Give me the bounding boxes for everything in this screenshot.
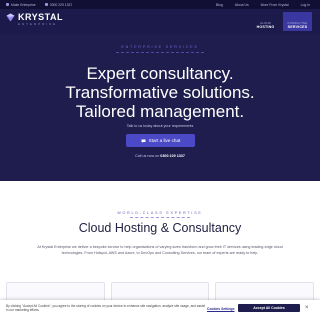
cookie-text: By clicking "Accept All Cookies", you ag… xyxy=(6,304,205,313)
nav-item-label: HOSTING xyxy=(256,25,275,29)
topbar-link-more[interactable]: More From Krystal xyxy=(261,3,289,7)
close-icon[interactable]: × xyxy=(305,305,309,311)
topbar-links: Blog About Us More From Krystal Log In xyxy=(216,3,320,7)
topbar-contact-item[interactable]: 0300 229 1337 xyxy=(44,2,73,7)
section-body: At Krystal Enterprise we deliver a bespo… xyxy=(37,245,283,255)
hero-talk-text: Talk to us today about your requirements xyxy=(126,124,194,128)
accept-all-cookies-button[interactable]: Accept All Cookies xyxy=(238,304,300,312)
cookie-banner: By clicking "Accept All Cookies", you ag… xyxy=(0,300,320,320)
logo-subtitle: ENTERPRISE xyxy=(18,22,58,26)
top-utility-bar: Make Enterprise 0300 229 1337 Blog About… xyxy=(0,0,320,9)
nav-item-hosting[interactable]: CLOUD HOSTING xyxy=(251,12,280,31)
topbar-contact-item[interactable]: Make Enterprise xyxy=(6,3,36,7)
phone-icon xyxy=(6,3,9,6)
hero-eyebrow: Enterprise Services xyxy=(121,45,199,49)
hero-call-text: Call us now on 0300 229 1337 xyxy=(0,154,320,158)
start-live-chat-button[interactable]: Start a live chat xyxy=(126,134,195,147)
chat-button-label: Start a live chat xyxy=(148,138,181,143)
topbar-link-about[interactable]: About Us xyxy=(235,3,249,7)
chat-icon xyxy=(44,3,48,6)
main-nav: CLOUD HOSTING CONSULTING SERVICES xyxy=(251,12,312,31)
chat-bubble-icon xyxy=(141,139,146,143)
topbar-contact: Make Enterprise 0300 229 1337 xyxy=(0,3,78,7)
section-title: Cloud Hosting & Consultancy xyxy=(78,221,242,235)
topbar-contact-text: 0300 229 1337 xyxy=(49,2,73,7)
nav-item-label: SERVICES xyxy=(287,25,308,29)
call-prefix: Call us now on xyxy=(135,154,160,158)
hero-section: Enterprise Services Expert consultancy. … xyxy=(0,34,320,181)
logo-text: KRYSTAL xyxy=(18,12,63,22)
section-divider xyxy=(130,217,190,218)
hero-title-line: Tailored management. xyxy=(75,102,245,121)
call-number-link[interactable]: 0300 229 1337 xyxy=(160,154,185,158)
hero-title: Expert consultancy. Transformative solut… xyxy=(0,64,320,121)
topbar-link-login[interactable]: Log In xyxy=(301,3,310,7)
krystal-logo-icon xyxy=(6,12,15,22)
logo[interactable]: KRYSTAL xyxy=(6,12,63,22)
section-eyebrow: World-class expertise xyxy=(117,211,203,215)
hero-title-line: Expert consultancy. xyxy=(86,64,234,83)
topbar-link-blog[interactable]: Blog xyxy=(216,3,223,7)
topbar-contact-text: Make Enterprise xyxy=(11,2,36,7)
hero-title-line: Transformative solutions. xyxy=(65,83,255,102)
hero-divider xyxy=(116,52,204,53)
cookies-settings-button[interactable]: Cookies Settings xyxy=(207,307,235,311)
nav-item-services[interactable]: CONSULTING SERVICES xyxy=(283,12,312,31)
site-header: KRYSTAL ENTERPRISE CLOUD HOSTING CONSULT… xyxy=(0,9,320,34)
